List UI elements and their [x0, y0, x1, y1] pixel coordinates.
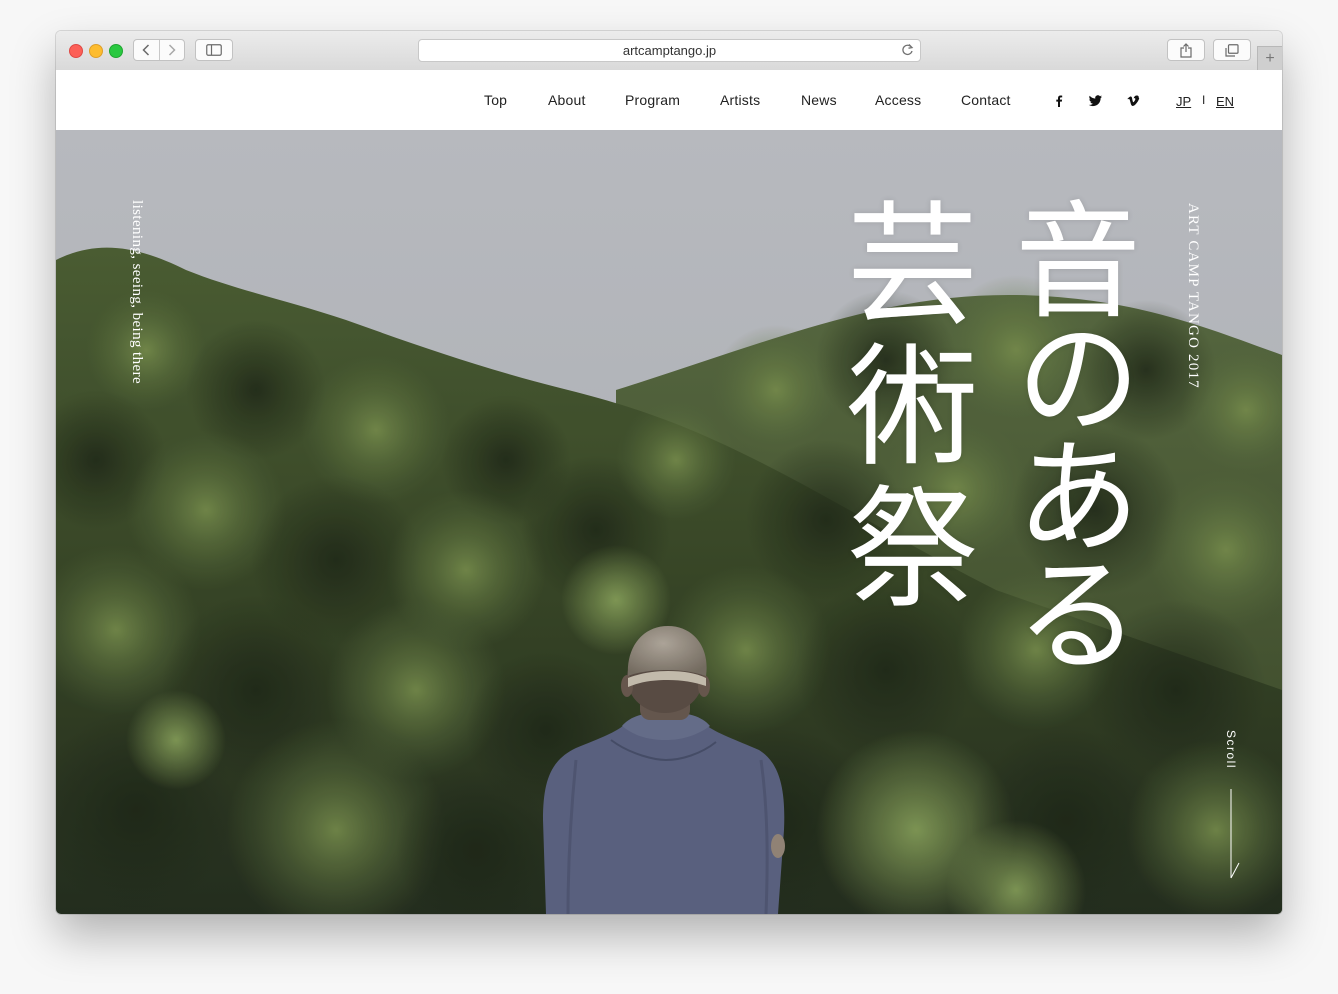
url-text: artcamptango.jp [622, 43, 717, 58]
nav-link-news[interactable]: News [801, 92, 837, 108]
chevron-left-icon [142, 44, 150, 56]
nav-link-top[interactable]: Top [484, 92, 507, 108]
nav-link-contact[interactable]: Contact [961, 92, 1011, 108]
scroll-label[interactable]: Scroll [1224, 730, 1238, 769]
hero-title-line-2: 芸術祭 [824, 195, 978, 621]
nav-link-artists[interactable]: Artists [720, 92, 760, 108]
site-header: Top About Program Artists News Access Co… [56, 70, 1282, 130]
sidebar-icon [206, 44, 222, 56]
close-window-button[interactable] [69, 44, 83, 58]
chevron-right-icon [168, 44, 176, 56]
lang-en-link[interactable]: EN [1216, 94, 1234, 109]
nav-link-program[interactable]: Program [625, 92, 680, 108]
nav-link-access[interactable]: Access [875, 92, 921, 108]
tabs-icon [1225, 43, 1239, 57]
reload-icon[interactable] [901, 43, 914, 60]
forward-button[interactable] [158, 40, 185, 60]
browser-window: artcamptango.jp + Top About Program Arti… [56, 31, 1282, 914]
hero: listening, seeing, being there 音のある 芸術祭 … [56, 130, 1282, 914]
facebook-icon[interactable] [1052, 94, 1068, 108]
hero-title-line-1: 音のある [994, 195, 1141, 667]
sidebar-toggle-button[interactable] [195, 39, 233, 61]
history-nav [133, 39, 185, 61]
vimeo-icon[interactable] [1126, 94, 1142, 108]
browser-toolbar: artcamptango.jp + [56, 31, 1282, 71]
show-tabs-button[interactable] [1213, 39, 1251, 61]
zoom-window-button[interactable] [109, 44, 123, 58]
minimize-window-button[interactable] [89, 44, 103, 58]
lang-separator: I [1202, 93, 1206, 107]
event-name: ART CAMP TANGO 2017 [1185, 203, 1201, 389]
share-button[interactable] [1167, 39, 1205, 61]
address-bar[interactable]: artcamptango.jp [418, 39, 921, 62]
new-tab-button[interactable]: + [1257, 46, 1282, 71]
scroll-arrow-icon[interactable] [1227, 787, 1241, 881]
back-button[interactable] [134, 40, 159, 60]
lang-jp-link[interactable]: JP [1176, 94, 1191, 109]
hero-tagline: listening, seeing, being there [129, 200, 145, 385]
share-icon [1180, 42, 1192, 58]
nav-link-about[interactable]: About [548, 92, 586, 108]
twitter-icon[interactable] [1087, 94, 1103, 108]
